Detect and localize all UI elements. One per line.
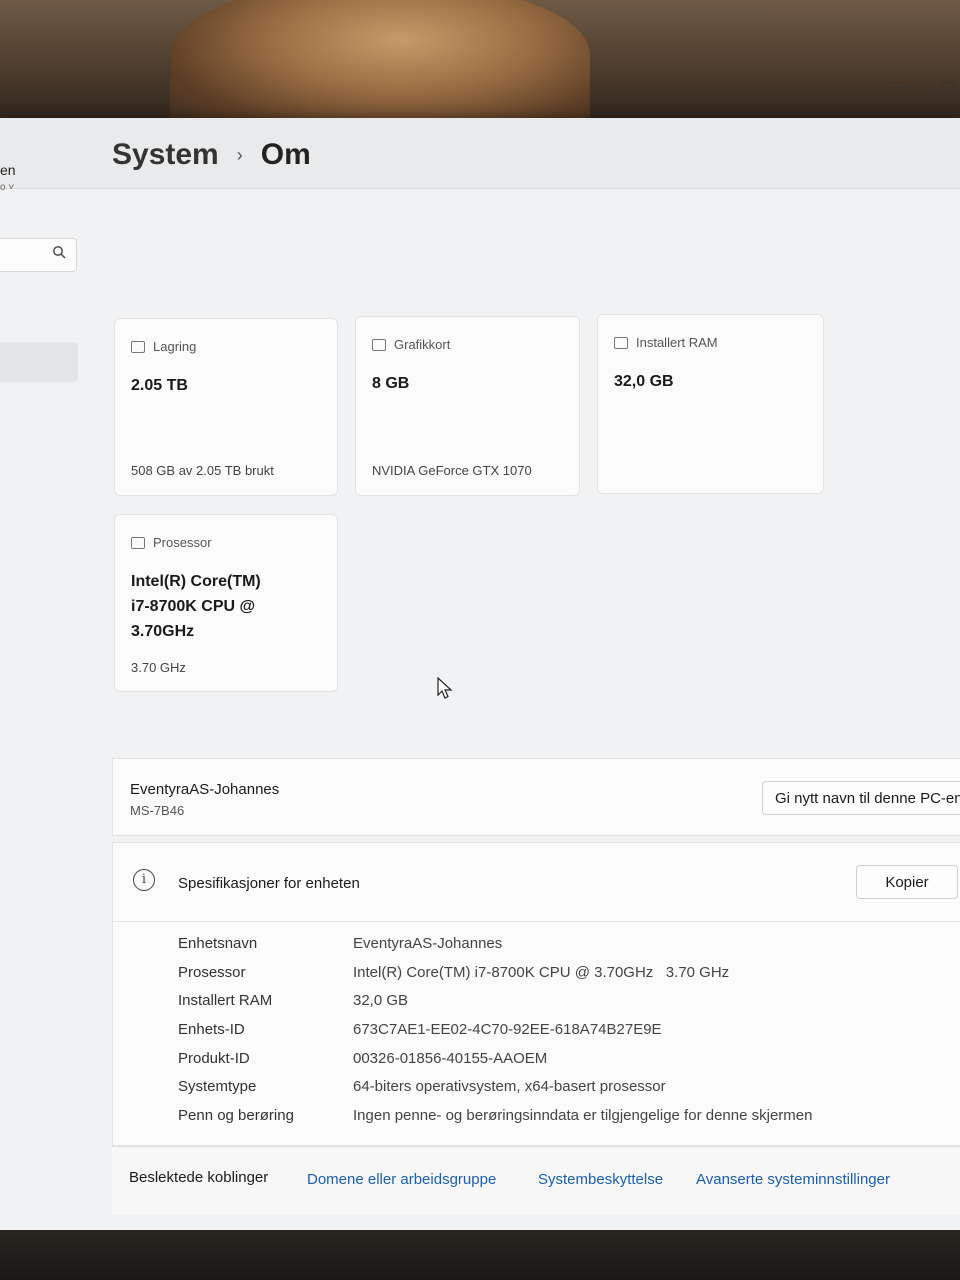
cpu-value-line: 3.70GHz [131,623,195,640]
ram-value: 32,0 GB [614,373,674,390]
spec-value: 64-biters operativsystem, x64-basert pro… [353,1078,666,1096]
storage-card[interactable]: Lagring 2.05 TB 508 GB av 2.05 TB brukt [114,318,338,496]
photo-background-bottom [0,1230,960,1280]
spec-value: 00326-01856-40155-AAOEM [353,1049,548,1067]
spec-value: EventyraAS-Johannes [353,935,503,952]
spec-key: Penn og berøring [178,1107,294,1125]
breadcrumb-separator: › [236,144,243,165]
spec-value: 673C7AE1-EE02-4C70-92EE-618A74B27E9E [353,1021,662,1039]
cpu-value: Intel(R) Core(TM) i7-8700K CPU @ 3.70GHz [131,569,261,644]
specs-title: Spesifikasjoner for enheten [178,875,360,892]
storage-usage: 508 GB av 2.05 TB brukt [131,463,274,478]
cpu-label: Prosessor [153,535,212,550]
photo-hair [170,0,590,130]
related-links-title: Beslektede koblinger [129,1169,269,1186]
spec-key: Installert RAM [178,992,273,1010]
ram-icon [614,336,628,349]
spec-value: 32,0 GB [353,992,409,1010]
nav-user-name-fragment: en [0,162,16,178]
related-links-bar: Beslektede koblinger Domene eller arbeid… [112,1146,960,1215]
spec-value: Ingen penne- og berøringsinndata er tilg… [353,1107,813,1125]
gpu-card[interactable]: Grafikkort 8 GB NVIDIA GeForce GTX 1070 [355,316,580,496]
gpu-icon [372,338,386,351]
info-icon: i [133,869,155,891]
device-name-panel: EventyraAS-Johannes MS-7B46 Gi nytt navn… [112,758,960,836]
breadcrumb: System › Om [112,138,311,172]
cpu-speed: 3.70 GHz [131,660,186,675]
gpu-label: Grafikkort [394,337,451,352]
page-title: Om [260,138,311,171]
mouse-cursor-icon [437,676,453,704]
specs-divider [113,921,960,922]
link-domain-workgroup[interactable]: Domene eller arbeidsgruppe [307,1171,496,1188]
gpu-value: 8 GB [372,375,410,392]
nav-search-input[interactable] [0,238,77,272]
rename-pc-button[interactable]: Gi nytt navn til denne PC-en [762,781,960,815]
maximize-icon[interactable] [942,82,954,94]
search-icon[interactable] [52,245,66,264]
spec-key: Enhets-ID [178,1021,245,1039]
link-advanced-settings[interactable]: Avanserte systeminnstillinger [696,1171,890,1188]
link-system-protection[interactable]: Systembeskyttelse [538,1171,663,1188]
ram-label: Installert RAM [636,335,718,350]
minimize-icon[interactable]: — [890,78,904,94]
gpu-model: NVIDIA GeForce GTX 1070 [372,463,532,478]
spec-key: Prosessor [178,963,246,981]
storage-label: Lagring [153,339,197,354]
cpu-value-line: Intel(R) Core(TM) [131,573,261,590]
copy-button[interactable]: Kopier [856,865,958,899]
spec-key: Enhetsnavn [178,935,258,952]
device-name: EventyraAS-Johannes [130,781,280,798]
spec-key: Systemtype [178,1078,257,1096]
cpu-icon [131,536,145,549]
storage-value: 2.05 TB [131,377,188,394]
nav-user-sub-fragment: o ˅ [0,182,15,193]
cpu-card[interactable]: Prosessor Intel(R) Core(TM) i7-8700K CPU… [114,514,338,692]
cpu-value-line: i7-8700K CPU @ [131,598,256,615]
spec-key: Produkt-ID [178,1049,250,1067]
ram-card[interactable]: Installert RAM 32,0 GB [597,314,824,494]
nav-selected-item[interactable] [0,342,78,382]
spec-value: Intel(R) Core(TM) i7-8700K CPU @ 3.70GHz… [353,963,730,981]
device-model: MS-7B46 [130,803,185,818]
storage-icon [131,340,145,353]
breadcrumb-system[interactable]: System [112,138,219,172]
